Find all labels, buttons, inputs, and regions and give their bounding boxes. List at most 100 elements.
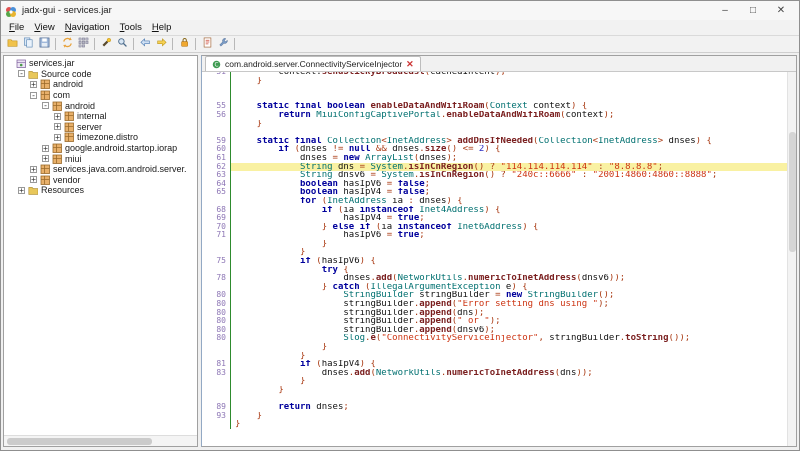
code-token: ) {: [484, 206, 500, 215]
back-button[interactable]: [137, 37, 153, 52]
tree-item-timezone-distro[interactable]: +timezone.distro: [54, 132, 197, 143]
code-token: if: [300, 360, 316, 369]
code-text: dnses.add(NetworkUtils.numericToInetAddr…: [230, 369, 796, 378]
expand-icon[interactable]: +: [42, 155, 49, 162]
expand-icon[interactable]: +: [42, 145, 49, 152]
code-token: :: [408, 197, 419, 206]
tree-horizontal-scrollbar[interactable]: [4, 435, 197, 446]
maximize-button[interactable]: □: [739, 2, 767, 20]
menu-help[interactable]: Help: [147, 21, 177, 34]
code-token: return: [278, 403, 316, 412]
code-token: Collection: [538, 137, 592, 146]
text-search-button[interactable]: [98, 37, 114, 52]
close-button[interactable]: ✕: [767, 2, 795, 20]
tree-item-android[interactable]: +android: [30, 79, 197, 90]
add-files-button[interactable]: [20, 37, 36, 52]
open-file-button[interactable]: [4, 37, 20, 52]
menu-navigation[interactable]: Navigation: [60, 21, 115, 34]
code-text: dnses = new ArrayList(dnses);: [230, 154, 796, 163]
code-token: ;: [419, 214, 424, 223]
code-token: =: [387, 188, 398, 197]
tree-item-com[interactable]: -com: [30, 90, 197, 101]
tree-item-services-jar[interactable]: services.jar: [6, 58, 197, 69]
collapse-icon[interactable]: -: [18, 70, 25, 77]
toolbar-separator: [133, 38, 134, 50]
code-token: =: [387, 180, 398, 189]
expand-icon[interactable]: +: [54, 134, 61, 141]
tree-hscroll-thumb[interactable]: [7, 438, 152, 445]
code-text: }: [230, 420, 796, 429]
code-token: Context: [490, 102, 528, 111]
toolbar-separator: [234, 38, 235, 50]
code-token: IllegalArgumentException: [370, 283, 500, 292]
preferences-button[interactable]: [215, 37, 231, 52]
tab-connectivity-service-injector[interactable]: C com.android.server.ConnectivityService…: [205, 56, 421, 71]
tab-close-icon[interactable]: ✕: [406, 60, 414, 69]
menu-view[interactable]: View: [29, 21, 59, 34]
flat-packages-button[interactable]: [75, 37, 91, 52]
line-number: [202, 240, 230, 249]
tree-item-services-java-com-android-server-[interactable]: +services.java.com.android.server.: [30, 164, 197, 175]
code-token: catch: [333, 283, 366, 292]
save-all-button[interactable]: [36, 37, 52, 52]
collapse-icon[interactable]: -: [30, 92, 37, 99]
code-text: for (InetAddress ia : dnses) {: [230, 197, 796, 206]
code-text: if (dnses != null && dnses.size() <= 2) …: [230, 145, 796, 154]
menu-tools[interactable]: Tools: [115, 21, 147, 34]
code-line: [202, 94, 796, 103]
code-token: Collection: [327, 137, 381, 146]
menu-file[interactable]: File: [4, 21, 29, 34]
tab-label: com.android.server.ConnectivityServiceIn…: [225, 59, 402, 69]
code-token: ));: [576, 369, 592, 378]
class-search-button[interactable]: [114, 37, 130, 52]
code-text: [230, 128, 796, 137]
reload-button[interactable]: [59, 37, 75, 52]
code-text: if (hasIpV6) {: [230, 257, 796, 266]
package-tree: services.jar-Source code+android-com-and…: [4, 56, 197, 196]
code-token: }: [322, 343, 327, 352]
tree-item-resources[interactable]: +Resources: [18, 185, 197, 196]
expand-icon[interactable]: +: [30, 81, 37, 88]
line-number: [202, 77, 230, 86]
package-icon: [52, 143, 62, 153]
tree-item-vendor[interactable]: +vendor: [30, 175, 197, 186]
editor-vertical-scrollbar[interactable]: [787, 72, 796, 446]
code-token: }: [257, 412, 262, 421]
code-token: ) {: [511, 283, 527, 292]
tree-item-server[interactable]: + server: [54, 122, 197, 133]
code-token: context: [528, 102, 571, 111]
code-line: 65boolean hasIpV4 = false;: [202, 188, 796, 197]
expand-icon[interactable]: +: [18, 187, 25, 194]
tree-item-android[interactable]: -android: [42, 100, 197, 111]
expand-icon[interactable]: +: [54, 123, 61, 130]
tree-item-internal[interactable]: +internal: [54, 111, 197, 122]
code-line: 60if (dnses != null && dnses.size() <= 2…: [202, 145, 796, 154]
forward-button[interactable]: [153, 37, 169, 52]
line-number: 71: [202, 231, 230, 240]
code-token: " or ": [457, 317, 490, 326]
code-token: ,: [538, 334, 549, 343]
tree-item-source-code[interactable]: -Source code: [18, 69, 197, 80]
collapse-icon[interactable]: -: [42, 102, 49, 109]
code-token: dnsv6: [333, 171, 371, 180]
code-token: dns: [333, 163, 360, 172]
editor-vscroll-thumb[interactable]: [789, 132, 796, 252]
code-token: size: [425, 145, 447, 154]
minimize-button[interactable]: –: [711, 2, 739, 20]
tree-item-miui[interactable]: +miui: [42, 153, 197, 164]
tree-item-label: google.android.startop.iorap: [65, 143, 177, 153]
code-token: ) {: [571, 102, 587, 111]
code-token: false: [398, 180, 425, 189]
tree-item-google-android-startop-iorap[interactable]: + google.android.startop.iorap: [42, 143, 197, 154]
deobfuscation-button[interactable]: [176, 37, 192, 52]
expand-icon[interactable]: +: [30, 176, 37, 183]
tree-item-label: server: [77, 122, 102, 132]
code-line: 80stringBuilder.append(dns);: [202, 309, 796, 318]
code-token: Inet6Address: [457, 223, 522, 232]
expand-icon[interactable]: +: [54, 113, 61, 120]
code-editor[interactable]: 51context.sendStickyBroadcast(cachedInte…: [202, 72, 796, 446]
expand-icon[interactable]: +: [30, 166, 37, 173]
code-line: 75if (hasIpV6) {: [202, 257, 796, 266]
log-viewer-button[interactable]: [199, 37, 215, 52]
code-token: StringBuilder: [343, 291, 413, 300]
